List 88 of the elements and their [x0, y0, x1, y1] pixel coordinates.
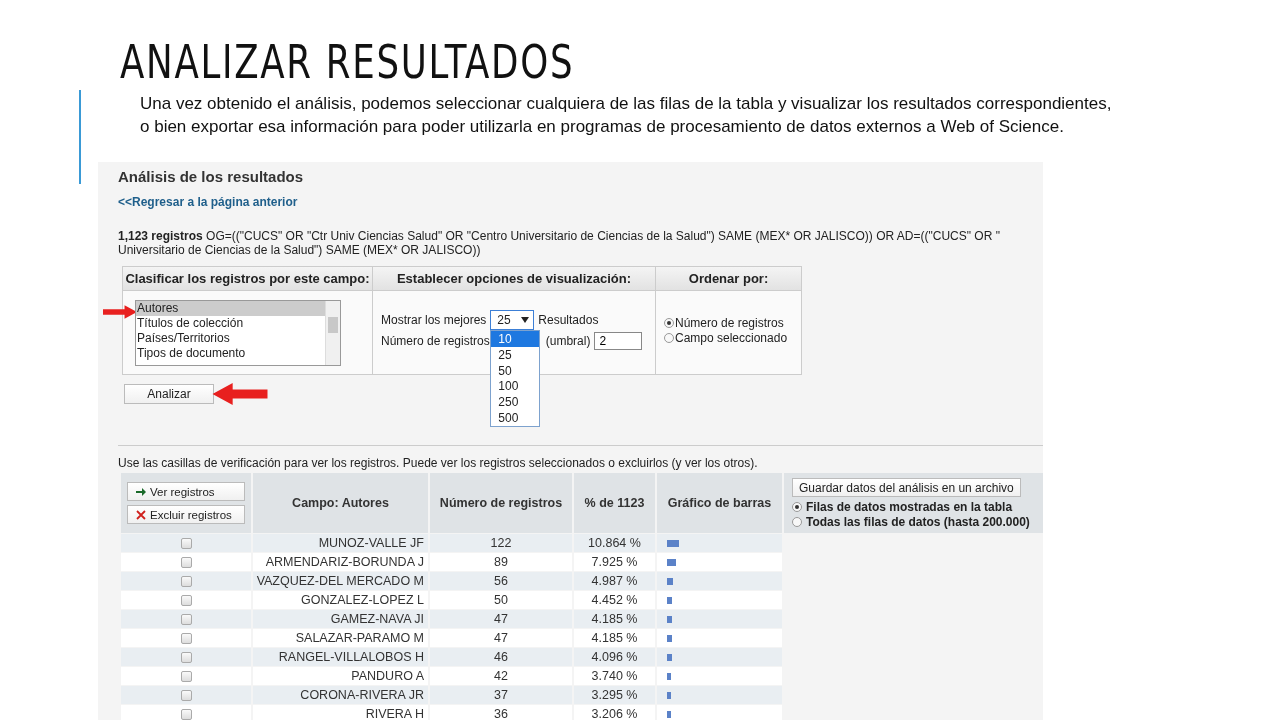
list-option[interactable]: Títulos de colección: [136, 316, 325, 331]
table-cell: PANDURO A: [253, 667, 428, 685]
dropdown-option[interactable]: 100: [491, 378, 540, 395]
field-listbox[interactable]: Autores Títulos de colección Países/Territorios Tipos de documento: [135, 300, 341, 366]
back-link[interactable]: <<Regresar a la página anterior: [118, 195, 298, 209]
table-cell: 4.185 %: [574, 629, 655, 647]
option-label: (umbral): [545, 334, 591, 348]
table-cell: 56: [430, 572, 572, 590]
dropdown-option[interactable]: 250: [491, 394, 540, 410]
instruction-text: Use las casillas de verificación para ver los registros. Puede ver los registros seleccionados o excluirlos (y ver los otros).: [118, 456, 759, 470]
table-cell: 89: [430, 553, 572, 571]
radio-label: Filas de datos mostradas en la tabla: [806, 499, 1013, 514]
checkbox[interactable]: [180, 708, 192, 720]
checkbox[interactable]: [180, 632, 192, 644]
table-cell: 7.925 %: [574, 553, 655, 571]
intro-paragraph: Una vez obtenido el análisis, podemos seleccionar cualquiera de las filas de la tabla y visualizar los resultados correspondientes, o bien exportar esa información para poder utilizarla en programas de procesamiento de datos externos a Web of Science.: [140, 93, 1113, 138]
radio-button[interactable]: [792, 516, 802, 527]
table-cell: SALAZAR-PARAMO M: [253, 629, 428, 647]
radio-button[interactable]: [664, 317, 674, 328]
table-cell: VAZQUEZ-DEL MERCADO M: [253, 572, 428, 590]
save-button[interactable]: Guardar datos del análisis en un archivo: [792, 478, 1021, 497]
checkbox[interactable]: [180, 613, 192, 625]
table-cell: 46: [430, 648, 572, 666]
column-header: Campo: Autores: [253, 473, 428, 533]
list-option[interactable]: Tipos de documento: [136, 346, 325, 361]
scrollbar[interactable]: [325, 301, 340, 365]
dropdown-option[interactable]: 500: [491, 410, 540, 426]
table-cell: CORONA-RIVERA JR: [253, 686, 428, 704]
checkbox[interactable]: [180, 670, 192, 682]
checkbox[interactable]: [180, 651, 192, 663]
radio-button[interactable]: [664, 332, 674, 343]
checkbox[interactable]: [180, 556, 192, 568]
close-icon: [136, 509, 146, 520]
table-cell: 3.206 %: [574, 705, 655, 720]
table-cell: 3.295 %: [574, 686, 655, 704]
table-cell: 47: [430, 629, 572, 647]
column-header: Establecer opciones de visualización:: [373, 267, 656, 291]
table-cell: 10.864 %: [574, 534, 655, 552]
dropdown-list[interactable]: 10 25 50 100 250 500: [490, 330, 541, 427]
analyze-button[interactable]: Analizar: [124, 384, 214, 404]
query-text: 1,123 registros OG=(("CUCS" OR "Ctr Univ Ciencias Salud" OR "Centro Universitario de Ciencias de la Salud") SAME (MEX* OR JALISCO)) OR AD=(("CUCS" OR ": [118, 229, 1001, 243]
table-cell: 4.987 %: [574, 572, 655, 590]
table-cell: 37: [430, 686, 572, 704]
dropdown-option[interactable]: 10: [491, 331, 540, 347]
column-header: Número de registros: [430, 473, 572, 533]
column-header: % de 1123: [574, 473, 655, 533]
option-label: Resultados: [538, 313, 599, 327]
list-option[interactable]: Autores: [136, 301, 325, 316]
radio-label: Número de registros: [675, 315, 784, 330]
table-cell: RANGEL-VILLALOBOS H: [253, 648, 428, 666]
arrow-icon: [212, 383, 268, 405]
list-option[interactable]: Países/Territorios: [136, 331, 325, 346]
column-header: Gráfico de barras: [657, 473, 782, 533]
table-cell: 4.185 %: [574, 610, 655, 628]
table-cell: 50: [430, 591, 572, 609]
table-cell: 122: [430, 534, 572, 552]
caret-icon: [521, 317, 530, 323]
view-records-button[interactable]: Ver registros: [127, 482, 245, 501]
checkbox[interactable]: [180, 594, 192, 606]
option-label: Número de registros: [381, 334, 490, 348]
slide-title: ANALIZAR RESULTADOS: [120, 38, 576, 86]
table-cell: 47: [430, 610, 572, 628]
dropdown-option[interactable]: 50: [491, 362, 540, 379]
dropdown-option[interactable]: 25: [491, 346, 540, 363]
table-cell: 4.452 %: [574, 591, 655, 609]
table-cell: 3.740 %: [574, 667, 655, 685]
query-text: Universitario de Ciencias de la Salud") SAME (MEX* OR JALISCO)): [118, 243, 482, 257]
arrow-icon: [136, 486, 146, 497]
table-cell: 42: [430, 667, 572, 685]
option-label: Mostrar los mejores: [381, 313, 487, 327]
table-cell: GONZALEZ-LOPEZ L: [253, 591, 428, 609]
checkbox[interactable]: [180, 537, 192, 549]
checkbox[interactable]: [180, 575, 192, 587]
table-cell: ARMENDARIZ-BORUNDA J: [253, 553, 428, 571]
table-cell: 4.096 %: [574, 648, 655, 666]
threshold-field[interactable]: 2: [594, 332, 643, 350]
exclude-records-button[interactable]: Excluir registros: [127, 505, 245, 524]
column-header: Clasificar los registros por este campo:: [123, 267, 373, 291]
table-cell: RIVERA H: [253, 705, 428, 720]
checkbox[interactable]: [180, 689, 192, 701]
top-count-select[interactable]: 25: [490, 310, 535, 330]
page-heading: Análisis de los resultados: [118, 168, 305, 185]
radio-label: Todas las filas de datos (hasta 200.000): [806, 514, 1030, 529]
table-cell: GAMEZ-NAVA JI: [253, 610, 428, 628]
table-cell: MUNOZ-VALLE JF: [253, 534, 428, 552]
radio-button[interactable]: [792, 501, 802, 512]
table-cell: 36: [430, 705, 572, 720]
radio-label: Campo seleccionado: [675, 330, 788, 345]
